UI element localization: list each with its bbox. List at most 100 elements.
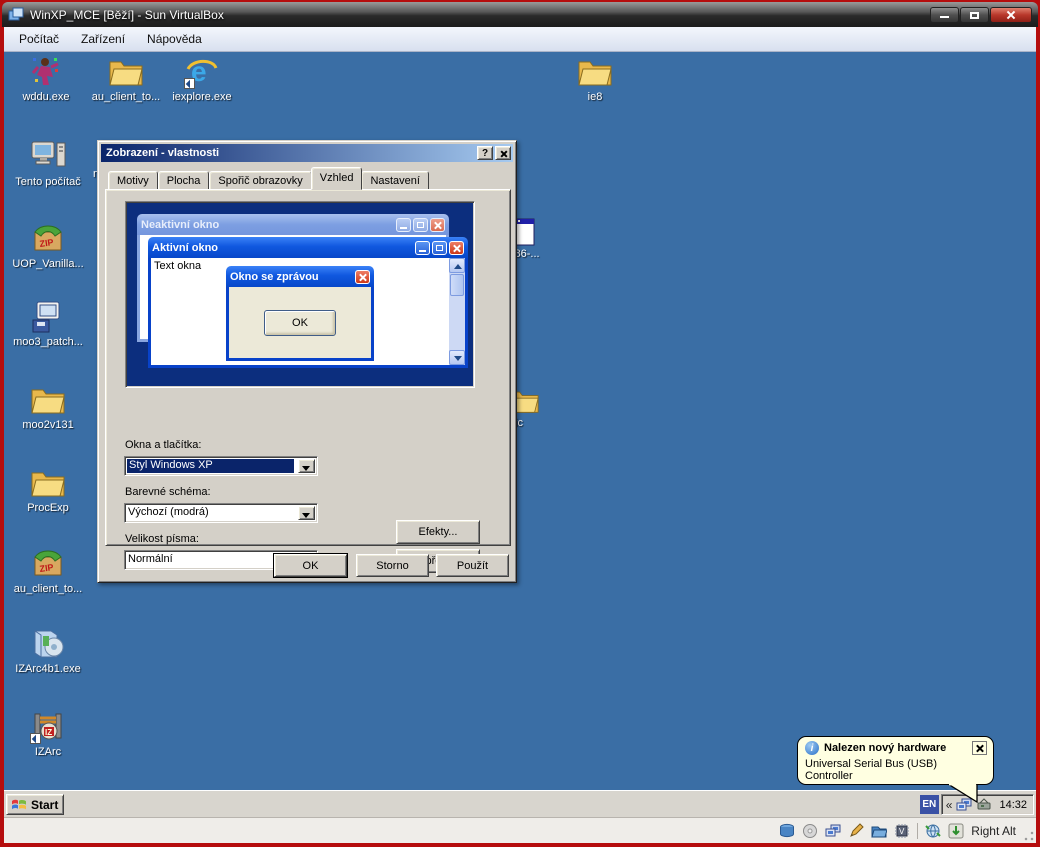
desktop-icon-izarc-setup[interactable]: IZArc4b1.exe — [8, 627, 88, 675]
balloon-tail — [948, 784, 978, 803]
combo-value: Výchozí (modrá) — [125, 504, 296, 522]
maximize-icon — [413, 218, 428, 232]
desktop-icon-procexp[interactable]: ProcExp — [8, 466, 88, 514]
vbox-statusbar: V Right Alt — [4, 817, 1036, 843]
display-properties-dialog[interactable]: Zobrazení - vlastnosti ? Motivy Plocha S… — [97, 140, 517, 583]
maximize-icon — [970, 12, 979, 19]
desktop-icon-moo2v131[interactable]: moo2v131 — [8, 383, 88, 431]
combo-value: Styl Windows XP — [127, 459, 294, 473]
desktop-icon-label: wddu.exe — [22, 91, 69, 103]
resize-grip[interactable] — [1024, 831, 1034, 841]
cd-drive-icon — [802, 823, 818, 839]
hardware-tray-icon[interactable] — [976, 798, 992, 812]
minimize-icon — [415, 241, 430, 255]
desktop-icon-label: moo2v131 — [22, 419, 73, 431]
desktop-icon-uop-vanilla[interactable]: ZIP UOP_Vanilla... — [8, 222, 88, 270]
xp-desktop[interactable]: wddu.exe au_client_to... e iexplore.exe — [4, 52, 1036, 790]
combo-value: Normální — [125, 551, 296, 569]
message-window-title: Okno se zprávou — [230, 271, 319, 283]
close-icon — [430, 218, 445, 232]
tab-nastaveni[interactable]: Nastavení — [361, 171, 429, 190]
xp-taskbar[interactable]: Start EN « 14:32 — [4, 790, 1036, 817]
menu-machine[interactable]: Počítač — [8, 29, 70, 49]
cancel-button[interactable]: Storno — [356, 554, 429, 577]
start-label: Start — [31, 798, 58, 812]
active-window-title: Aktivní okno — [152, 242, 218, 254]
close-icon — [449, 241, 464, 255]
desktop-icon-label: IZArc4b1.exe — [15, 663, 80, 675]
desktop-icon-label: ie8 — [588, 91, 603, 103]
desktop-icon-iexplore[interactable]: e iexplore.exe — [164, 55, 240, 103]
dialog-tabs: Motivy Plocha Spořič obrazovky Vzhled Na… — [108, 169, 429, 190]
clock: 14:32 — [999, 799, 1027, 811]
close-icon — [355, 270, 370, 284]
balloon-text: Universal Serial Bus (USB) Controller — [805, 758, 987, 782]
dialog-titlebar[interactable]: Zobrazení - vlastnosti ? — [101, 144, 513, 162]
svg-text:IZ: IZ — [45, 728, 52, 737]
window-title: WinXP_MCE [Běží] - Sun VirtualBox — [30, 8, 224, 22]
shortcut-arrow-icon — [30, 733, 41, 744]
maximize-button[interactable] — [960, 7, 989, 23]
tab-sporic-obrazovky[interactable]: Spořič obrazovky — [209, 171, 311, 190]
mouse-integration-icon — [925, 823, 941, 839]
svg-text:ZIP: ZIP — [39, 562, 54, 574]
minimize-button[interactable] — [930, 7, 959, 23]
ok-button[interactable]: OK — [274, 554, 347, 577]
vbox-titlebar[interactable]: WinXP_MCE [Běží] - Sun VirtualBox — [2, 2, 1038, 27]
desktop-icon-label: UOP_Vanilla... — [12, 258, 83, 270]
dialog-title: Zobrazení - vlastnosti — [106, 147, 219, 159]
menu-help[interactable]: Nápověda — [136, 29, 213, 49]
dialog-close-button[interactable] — [495, 146, 511, 160]
balloon-close-button[interactable] — [972, 741, 987, 755]
language-indicator[interactable]: EN — [920, 795, 939, 814]
desktop-icon-ie8[interactable]: ie8 — [555, 55, 635, 103]
network-adapters-icon — [825, 823, 841, 839]
color-scheme-combo[interactable]: Výchozí (modrá) — [124, 503, 318, 523]
scroll-thumb — [450, 274, 464, 296]
desktop-icon-au-client-folder[interactable]: au_client_to... — [84, 55, 168, 103]
shortcut-arrow-icon — [184, 78, 195, 89]
svg-text:V: V — [899, 827, 905, 836]
computer-icon — [30, 140, 66, 174]
chevron-down-icon[interactable] — [298, 459, 315, 473]
desktop-icon-label: Tento počítač — [15, 176, 80, 188]
vbox-menubar: Počítač Zařízení Nápověda — [4, 27, 1036, 52]
close-icon — [1006, 10, 1016, 20]
tab-vzhled[interactable]: Vzhled — [311, 167, 363, 190]
appearance-tab-page: Neaktivní okno Aktivní okno — [105, 189, 511, 546]
folder-icon — [108, 55, 144, 89]
close-icon — [496, 147, 510, 159]
tab-plocha[interactable]: Plocha — [158, 171, 210, 190]
desktop-icon-izarc[interactable]: IZ IZArc — [8, 710, 88, 758]
desktop-icon-label: iexplore.exe — [172, 91, 231, 103]
chevron-down-icon[interactable] — [298, 506, 315, 520]
menu-devices[interactable]: Zařízení — [70, 29, 136, 49]
desktop-icon-my-computer[interactable]: Tento počítač — [8, 140, 88, 188]
desktop-icon-label: IZArc — [35, 746, 61, 758]
color-scheme-label: Barevné schéma: — [125, 486, 211, 498]
start-button[interactable]: Start — [6, 794, 64, 815]
cd-box-icon — [30, 627, 66, 661]
folder-icon — [577, 55, 613, 89]
help-icon: ? — [482, 148, 488, 159]
effects-button[interactable]: Efekty... — [396, 520, 480, 544]
person-app-icon — [28, 55, 64, 89]
close-button[interactable] — [990, 7, 1032, 23]
windows-buttons-combo[interactable]: Styl Windows XP — [124, 456, 318, 476]
tab-motivy[interactable]: Motivy — [108, 171, 158, 190]
desktop-icon-wddu[interactable]: wddu.exe — [8, 55, 84, 103]
virtualbox-logo-icon — [8, 7, 24, 23]
clamp-icon: IZ — [30, 710, 66, 744]
desktop-icon-x86[interactable]: x86-... — [509, 218, 569, 260]
help-button[interactable]: ? — [477, 146, 493, 160]
desktop-icon-pic[interactable]: pic — [509, 385, 569, 429]
desktop-icon-au-client-zip[interactable]: ZIP au_client_to... — [8, 547, 88, 595]
desktop-icon-moo3-patch[interactable]: moo3_patch... — [8, 300, 88, 348]
preview-scrollbar — [449, 258, 465, 365]
windows-flag-icon — [11, 797, 27, 812]
host-key-indicator: Right Alt — [971, 824, 1016, 838]
scroll-up-icon — [449, 258, 465, 273]
apply-button[interactable]: Použít — [436, 554, 509, 577]
maximize-icon — [432, 241, 447, 255]
new-hardware-balloon[interactable]: i Nalezen nový hardware Universal Serial… — [797, 736, 994, 785]
